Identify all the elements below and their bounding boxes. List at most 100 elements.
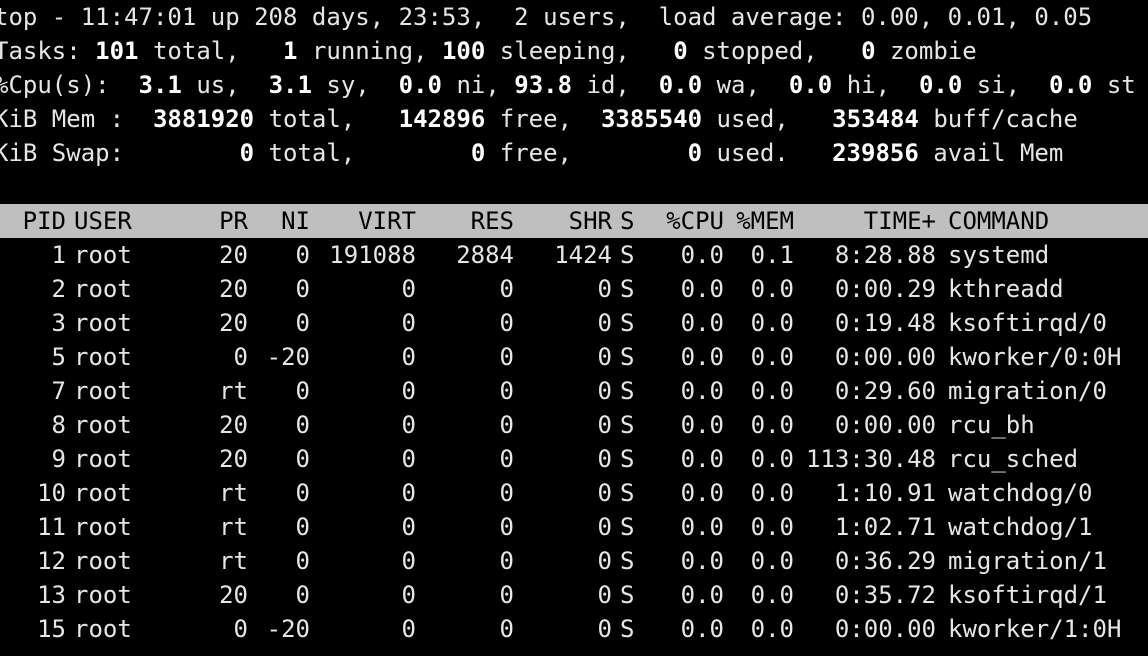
cell-command: ksoftirqd/0 xyxy=(948,309,1107,337)
cpu-label: %Cpu(s): xyxy=(0,71,110,99)
cell-user: root xyxy=(74,241,132,269)
cpu-si-label: si, xyxy=(976,71,1021,99)
table-row[interactable]: 8 root 20 0 0 0 0 S 0.0 0.0 0:00.00 rcu_bh xyxy=(0,408,1148,442)
swap-avail: 239856 xyxy=(832,139,919,167)
cell-res: 0 xyxy=(499,479,514,507)
col-header-s[interactable]: S xyxy=(620,204,644,238)
cpu-ni: 0.0 xyxy=(398,71,443,99)
mem-free-label: free, xyxy=(499,105,573,133)
cell-mem: 0.0 xyxy=(750,513,794,541)
mem-total: 3881920 xyxy=(152,105,255,133)
cell-res: 0 xyxy=(499,343,514,371)
table-row[interactable]: 2 root 20 0 0 0 0 S 0.0 0.0 0:00.29 kthreadd xyxy=(0,272,1148,306)
cell-mem: 0.0 xyxy=(750,411,794,439)
col-header-shr[interactable]: SHR xyxy=(520,204,612,238)
col-header-mem[interactable]: %MEM xyxy=(730,204,794,238)
cell-shr: 0 xyxy=(597,445,612,473)
col-header-res[interactable]: RES xyxy=(420,204,514,238)
cell-time: 0:00.00 xyxy=(834,411,936,439)
cell-cpu: 0.0 xyxy=(680,547,724,575)
cell-time: 113:30.48 xyxy=(805,445,936,473)
table-row[interactable]: 11 root rt 0 0 0 0 S 0.0 0.0 1:02.71 watchdog/1 xyxy=(0,510,1148,544)
cpu-hi: 0.0 xyxy=(788,71,833,99)
cell-virt: 0 xyxy=(401,411,416,439)
table-row[interactable]: 10 root rt 0 0 0 0 S 0.0 0.0 1:10.91 watchdog/0 xyxy=(0,476,1148,510)
col-header-user[interactable]: USER xyxy=(74,204,184,238)
cell-virt: 0 xyxy=(401,275,416,303)
terminal-window[interactable]: top - 11:47:01 up 208 days, 23:53, 2 use… xyxy=(0,0,1148,656)
cell-virt: 0 xyxy=(401,309,416,337)
col-header-pr[interactable]: PR xyxy=(196,204,248,238)
cell-ni: 0 xyxy=(295,241,310,269)
cell-ni: 0 xyxy=(295,547,310,575)
cell-cpu: 0.0 xyxy=(680,615,724,643)
cell-command: kworker/1:0H xyxy=(948,615,1122,643)
col-header-pid[interactable]: PID xyxy=(0,204,66,238)
tasks-label: Tasks: xyxy=(0,37,81,65)
cell-command: kthreadd xyxy=(948,275,1064,303)
cell-pr: 20 xyxy=(219,581,248,609)
col-header-time[interactable]: TIME+ xyxy=(800,204,936,238)
cell-s: S xyxy=(620,343,635,371)
mem-used: 3385540 xyxy=(600,105,703,133)
cell-s: S xyxy=(620,445,635,473)
cell-cpu: 0.0 xyxy=(680,513,724,541)
cell-res: 0 xyxy=(499,445,514,473)
table-row[interactable]: 12 root rt 0 0 0 0 S 0.0 0.0 0:36.29 migration/1 xyxy=(0,544,1148,578)
cpu-line: %Cpu(s): 3.1 us, 3.1 sy, 0.0 ni, 93.8 id… xyxy=(0,68,1136,102)
cell-shr: 0 xyxy=(597,513,612,541)
cell-virt: 0 xyxy=(401,581,416,609)
col-header-cpu[interactable]: %CPU xyxy=(652,204,724,238)
uptime-text: top - 11:47:01 up 208 days, 23:53, 2 use… xyxy=(0,3,1093,31)
table-row[interactable]: 15 root 0 -20 0 0 0 S 0.0 0.0 0:00.00 kworker/1:0H xyxy=(0,612,1148,646)
table-row[interactable]: 13 root 20 0 0 0 0 S 0.0 0.0 0:35.72 ksoftirqd/1 xyxy=(0,578,1148,612)
cell-user: root xyxy=(74,547,132,575)
cell-time: 0:00.00 xyxy=(834,343,936,371)
cell-virt: 0 xyxy=(401,343,416,371)
tasks-running: 1 xyxy=(283,37,298,65)
col-header-command[interactable]: COMMAND xyxy=(948,204,1148,238)
tasks-zombie-label: zombie xyxy=(889,37,977,65)
cell-s: S xyxy=(620,479,635,507)
cell-ni: -20 xyxy=(266,615,310,643)
table-row[interactable]: 1 root 20 0 191088 2884 1424 S 0.0 0.1 8:28.88 syst… xyxy=(0,238,1148,272)
cell-user: root xyxy=(74,309,132,337)
cpu-id-label: id, xyxy=(586,71,630,99)
cell-pid: 15 xyxy=(37,615,66,643)
cell-s: S xyxy=(620,513,635,541)
tasks-zombie: 0 xyxy=(861,37,876,65)
cell-command: migration/0 xyxy=(948,377,1107,405)
cell-pr: rt xyxy=(219,377,248,405)
cell-pid: 8 xyxy=(51,411,66,439)
cell-shr: 0 xyxy=(597,343,612,371)
col-header-virt[interactable]: VIRT xyxy=(318,204,416,238)
cell-cpu: 0.0 xyxy=(680,377,724,405)
cell-ni: 0 xyxy=(295,479,310,507)
cell-time: 0:00.00 xyxy=(834,615,936,643)
cell-pid: 13 xyxy=(37,581,66,609)
table-row[interactable]: 5 root 0 -20 0 0 0 S 0.0 0.0 0:00.00 kworker/0:0H xyxy=(0,340,1148,374)
cell-res: 0 xyxy=(499,615,514,643)
cell-ni: 0 xyxy=(295,377,310,405)
uptime-line: top - 11:47:01 up 208 days, 23:53, 2 use… xyxy=(0,0,1092,34)
mem-line: KiB Mem : 3881920 total, 142896 free, 33… xyxy=(0,102,1078,136)
table-row[interactable]: 9 root 20 0 0 0 0 S 0.0 0.0 113:30.48 rcu_sched xyxy=(0,442,1148,476)
tasks-stopped-label: stopped, xyxy=(702,37,818,65)
cell-pr: rt xyxy=(219,547,248,575)
process-table-header[interactable]: PID USER PR NI VIRT RES SHR S %CPU %MEM … xyxy=(0,204,1148,238)
cell-ni: 0 xyxy=(295,513,310,541)
cell-ni: 0 xyxy=(295,411,310,439)
cell-command: migration/1 xyxy=(948,547,1107,575)
cell-virt: 0 xyxy=(401,547,416,575)
cell-user: root xyxy=(74,411,132,439)
col-header-ni[interactable]: NI xyxy=(250,204,310,238)
table-row[interactable]: 3 root 20 0 0 0 0 S 0.0 0.0 0:19.48 ksoftirqd/0 xyxy=(0,306,1148,340)
cell-mem: 0.1 xyxy=(750,241,794,269)
cell-ni: -20 xyxy=(266,343,310,371)
cell-mem: 0.0 xyxy=(750,377,794,405)
table-row[interactable]: 7 root rt 0 0 0 0 S 0.0 0.0 0:29.60 migration/0 xyxy=(0,374,1148,408)
swap-label: KiB Swap: xyxy=(0,139,125,167)
cell-pr: rt xyxy=(219,479,248,507)
cell-pr: 0 xyxy=(233,615,248,643)
cell-shr: 0 xyxy=(597,411,612,439)
